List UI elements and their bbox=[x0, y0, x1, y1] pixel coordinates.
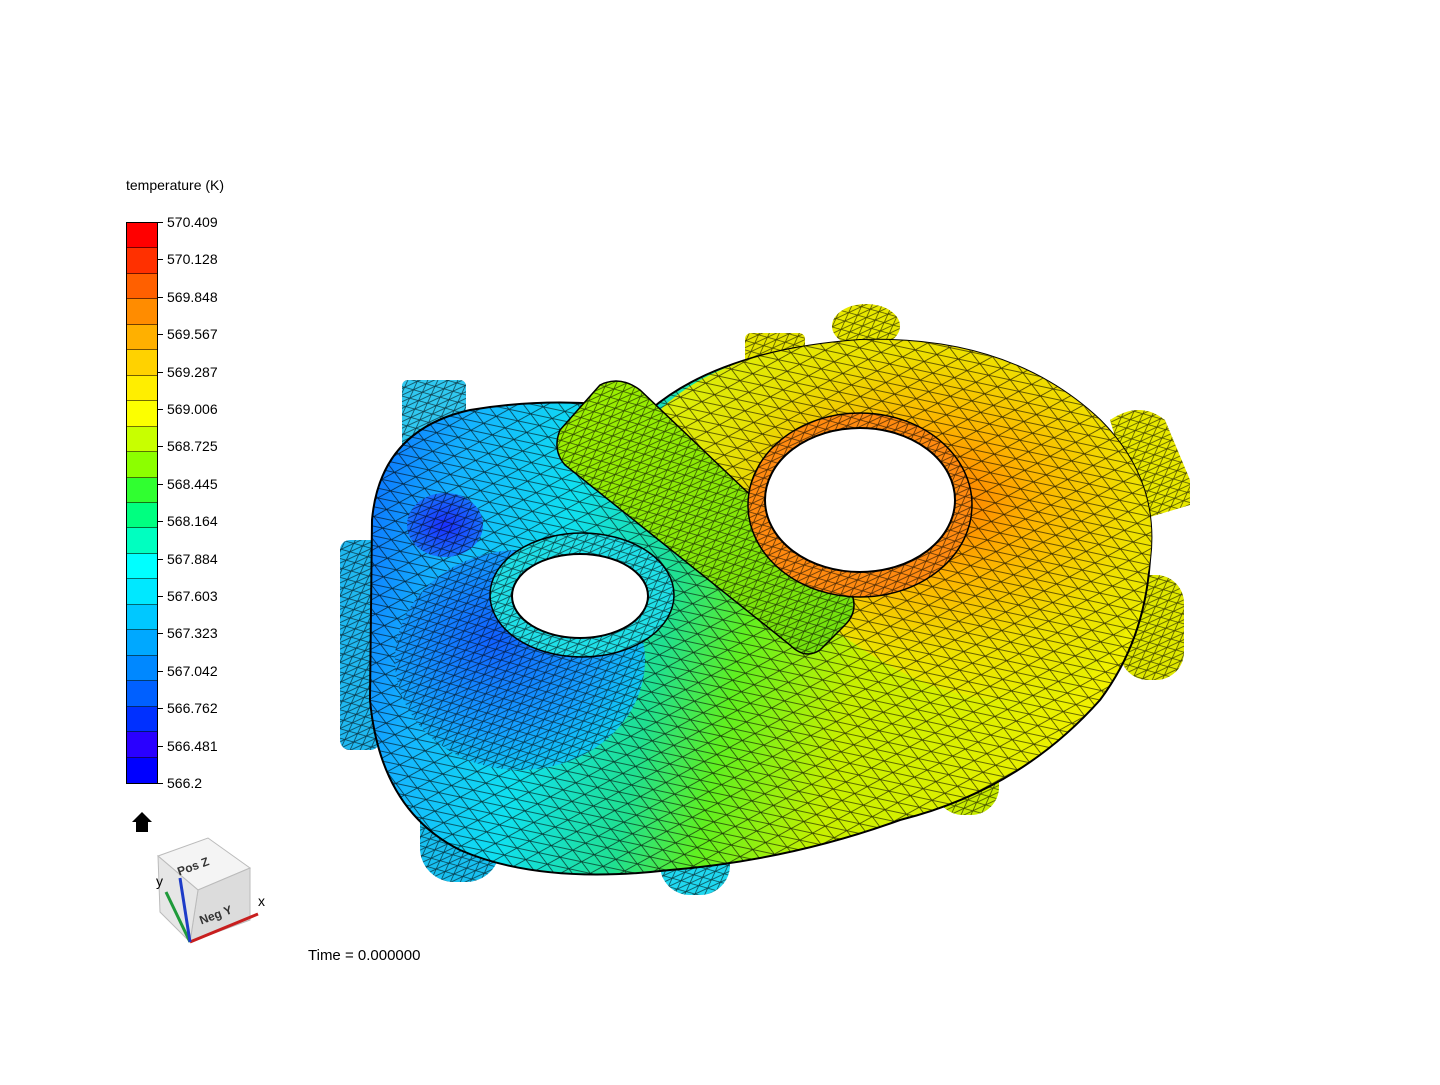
tick-mark bbox=[158, 521, 163, 523]
color-band bbox=[127, 324, 157, 351]
color-band bbox=[127, 299, 157, 325]
tick-mark bbox=[158, 259, 163, 261]
tick-label: 567.884 bbox=[167, 550, 218, 567]
tick-label: 569.287 bbox=[167, 363, 218, 380]
color-band bbox=[127, 630, 157, 656]
tick-label: 567.042 bbox=[167, 662, 218, 679]
color-band bbox=[127, 579, 157, 605]
tick-mark bbox=[158, 745, 163, 747]
color-band bbox=[127, 273, 157, 300]
tick-label: 569.848 bbox=[167, 288, 218, 305]
tick-mark bbox=[158, 371, 163, 373]
tick-label: 567.323 bbox=[167, 625, 218, 642]
tick-label: 567.603 bbox=[167, 588, 218, 604]
color-band bbox=[127, 452, 157, 478]
tick-mark bbox=[158, 483, 163, 485]
tick-mark bbox=[158, 708, 163, 710]
color-band bbox=[127, 223, 157, 249]
tick-label: 566.2 bbox=[167, 775, 203, 791]
color-band bbox=[127, 732, 157, 758]
tick-mark bbox=[158, 633, 163, 635]
tick-mark bbox=[158, 296, 163, 298]
time-label: Time = 0.000000 bbox=[308, 947, 421, 964]
tick-mark bbox=[158, 783, 163, 784]
orientation-cube[interactable]: Pos Z Neg Y x y bbox=[150, 830, 280, 950]
color-band bbox=[127, 401, 157, 427]
tick-label: 570.128 bbox=[167, 251, 218, 268]
color-band bbox=[127, 426, 157, 453]
tick-label: 569.567 bbox=[167, 326, 218, 343]
color-band bbox=[127, 706, 157, 733]
tick-label: 568.725 bbox=[167, 438, 218, 455]
tick-label: 568.445 bbox=[167, 475, 218, 492]
tick-label: 568.164 bbox=[167, 513, 218, 530]
tick-mark bbox=[158, 558, 163, 560]
tick-mark bbox=[158, 596, 163, 597]
color-band bbox=[127, 350, 157, 376]
color-band bbox=[127, 477, 157, 503]
tick-mark bbox=[158, 409, 163, 410]
color-band bbox=[127, 528, 157, 554]
tick-mark bbox=[158, 334, 163, 336]
tick-label: 569.006 bbox=[167, 401, 218, 417]
tick-label: 566.481 bbox=[167, 737, 218, 754]
color-band bbox=[127, 248, 157, 274]
tick-mark bbox=[158, 446, 163, 448]
x-axis-label: x bbox=[258, 893, 265, 909]
color-bar bbox=[126, 222, 158, 784]
color-band bbox=[127, 681, 157, 707]
color-band bbox=[127, 604, 157, 631]
color-band bbox=[127, 375, 157, 402]
tick-mark bbox=[158, 670, 163, 672]
color-band bbox=[127, 757, 157, 783]
tick-mark bbox=[158, 222, 163, 223]
tick-label: 570.409 bbox=[167, 214, 218, 230]
legend-title: temperature (K) bbox=[126, 177, 225, 193]
color-band bbox=[127, 553, 157, 580]
y-axis-label: y bbox=[156, 873, 163, 889]
tick-label: 566.762 bbox=[167, 700, 218, 717]
color-band bbox=[127, 655, 157, 682]
color-band bbox=[127, 502, 157, 529]
